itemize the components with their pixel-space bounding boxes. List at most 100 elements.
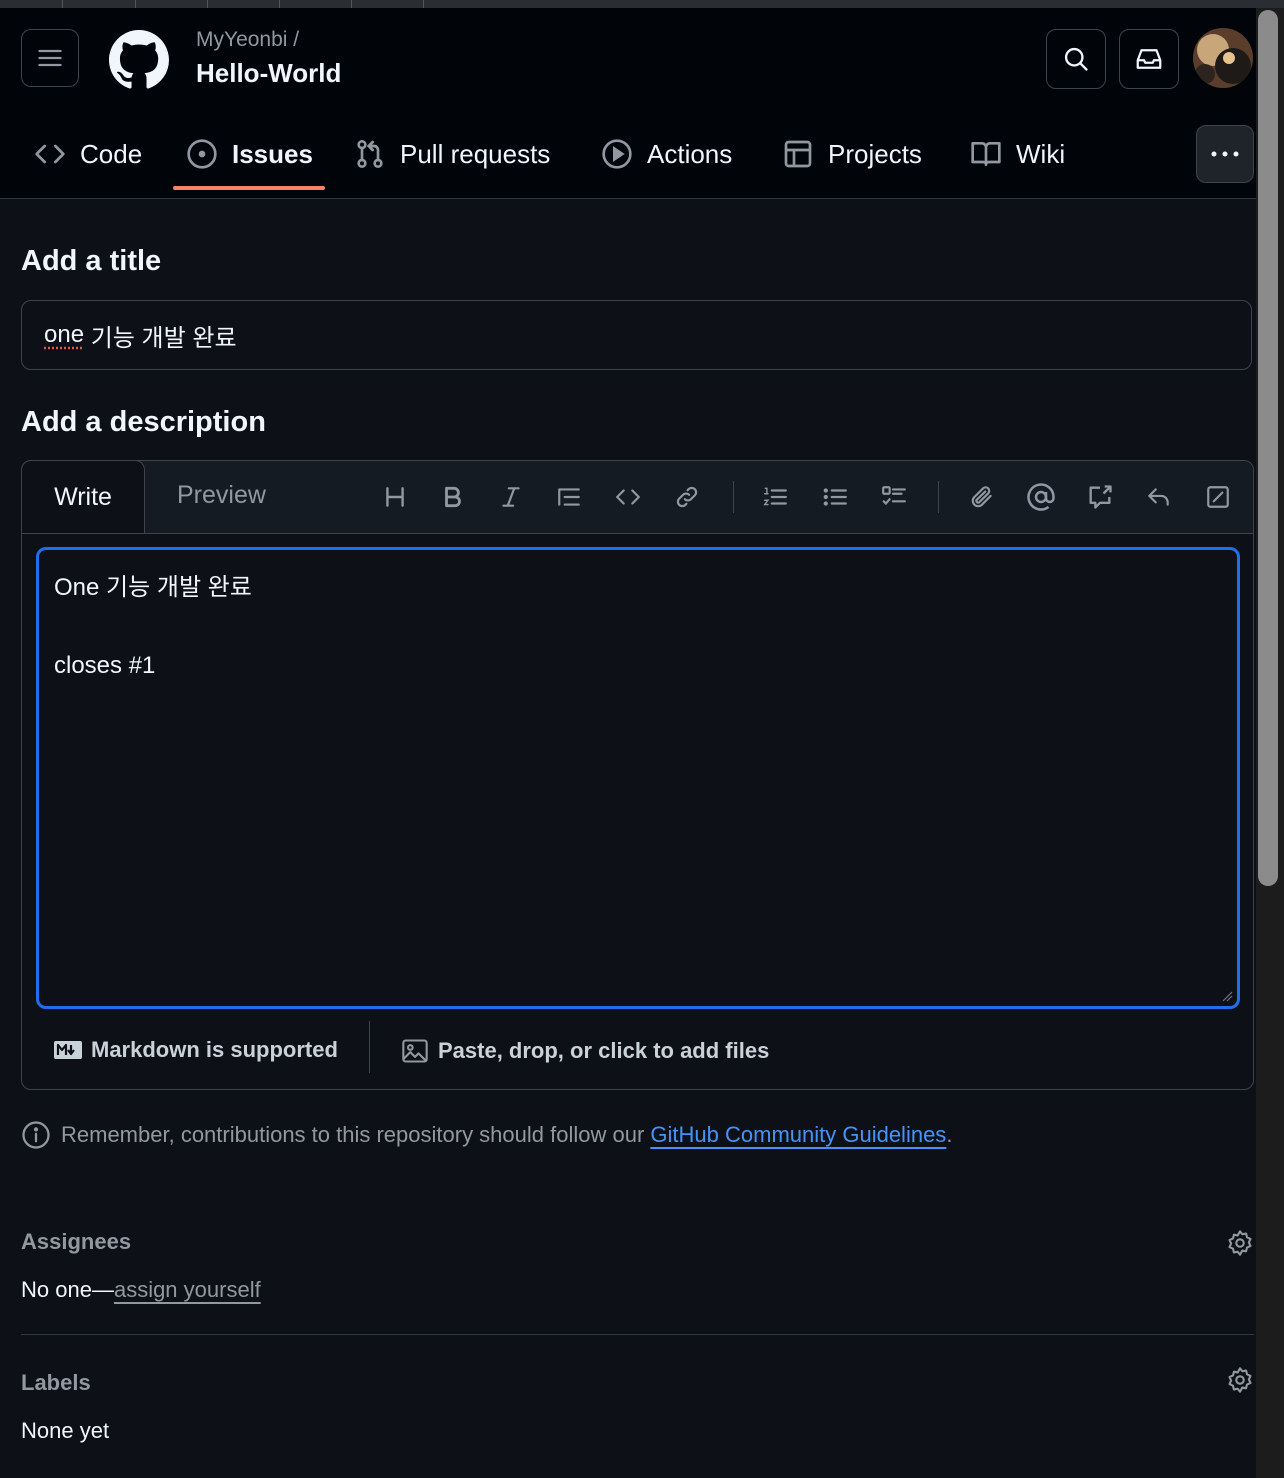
task-list-button[interactable] — [878, 481, 910, 513]
markdown-supported-label: Markdown is supported — [91, 1037, 338, 1062]
bold-button[interactable] — [437, 481, 469, 513]
tab-issues-label: Issues — [232, 138, 313, 169]
title-input-value: 기능 개발 완료 — [84, 324, 237, 352]
cross-reference-button[interactable] — [1084, 481, 1116, 513]
heading-button[interactable] — [379, 481, 411, 513]
footer-divider — [369, 1021, 370, 1073]
paperclip-icon — [971, 486, 992, 508]
description-line: closes #1 — [54, 652, 156, 679]
toolbar-divider — [733, 481, 734, 513]
unordered-list-icon — [823, 488, 847, 506]
tab-actions-label: Actions — [647, 138, 733, 169]
tab-projects[interactable]: Projects — [782, 120, 922, 188]
task-list-icon — [882, 486, 906, 506]
link-button[interactable] — [671, 481, 703, 513]
tab-pull-requests[interactable]: Pull requests — [354, 120, 550, 188]
fullscreen-icon — [1207, 486, 1229, 508]
title-heading: Add a title — [21, 245, 162, 277]
issue-opened-icon — [187, 139, 217, 169]
info-icon — [22, 1121, 50, 1149]
book-icon — [971, 142, 1001, 166]
ordered-list-button[interactable] — [759, 481, 791, 513]
description-heading: Add a description — [21, 406, 266, 438]
code-icon — [616, 489, 640, 505]
saved-replies-button[interactable] — [1143, 481, 1175, 513]
markdown-supported-link[interactable]: Markdown is supported — [53, 1037, 338, 1063]
assign-yourself-link[interactable]: assign yourself — [114, 1277, 261, 1302]
search-icon — [1064, 47, 1088, 71]
repo-name-link[interactable]: Hello-World — [196, 58, 341, 89]
assignees-none-text: No one— — [21, 1277, 114, 1302]
selected-tab-underline — [173, 186, 325, 190]
assignees-gear-icon[interactable] — [1226, 1229, 1254, 1257]
mention-icon — [1027, 483, 1055, 511]
community-guidelines-link[interactable]: GitHub Community Guidelines — [650, 1122, 946, 1147]
bold-icon — [445, 486, 461, 508]
labels-heading: Labels — [21, 1370, 91, 1395]
avatar-image — [1193, 28, 1253, 88]
quote-icon — [558, 488, 580, 506]
play-icon — [602, 139, 632, 169]
browser-top-strip — [0, 0, 1284, 8]
tab-preview[interactable]: Preview — [177, 481, 266, 510]
heading-icon — [386, 487, 404, 507]
editor-footer: Markdown is supported Paste, drop, or cl… — [22, 1021, 1253, 1089]
tab-projects-label: Projects — [828, 138, 922, 169]
menu-button[interactable] — [21, 29, 79, 87]
markdown-icon — [54, 1041, 82, 1059]
title-input-misspelled-word: one — [44, 321, 85, 348]
table-icon — [784, 140, 812, 168]
mention-button[interactable] — [1025, 481, 1057, 513]
scrollbar-thumb[interactable] — [1258, 10, 1278, 886]
title-input[interactable]: one 기능 개발 완료 — [21, 300, 1252, 370]
cross-reference-icon — [1089, 485, 1112, 509]
add-files-button[interactable]: Paste, drop, or click to add files — [400, 1037, 769, 1065]
add-files-label: Paste, drop, or click to add files — [438, 1038, 770, 1063]
notice-text: Remember, contributions to this reposito… — [61, 1122, 651, 1147]
ordered-list-icon — [763, 487, 787, 506]
github-logo-icon[interactable] — [109, 30, 169, 90]
more-tabs-button[interactable] — [1196, 125, 1254, 183]
tab-code-label: Code — [80, 138, 143, 169]
assignees-value: No one—assign yourself — [21, 1277, 261, 1303]
assignees-heading: Assignees — [21, 1229, 132, 1254]
editor-toolbar: Write Preview — [21, 460, 1253, 534]
fullscreen-button[interactable] — [1202, 481, 1234, 513]
hamburger-icon — [38, 49, 62, 67]
labels-value: None yet — [21, 1418, 110, 1443]
attach-button[interactable] — [966, 481, 998, 513]
kebab-horizontal-icon — [1211, 151, 1239, 157]
tab-write[interactable]: Write — [21, 460, 145, 533]
markdown-editor: Write Preview One 기능 개발 완료 closes #1 Mar… — [21, 460, 1254, 1090]
git-pull-request-icon — [357, 140, 383, 168]
code-button[interactable] — [612, 481, 644, 513]
image-icon — [402, 1039, 428, 1063]
unordered-list-button[interactable] — [819, 481, 851, 513]
sidebar-divider — [21, 1334, 1254, 1335]
repo-owner-link[interactable]: MyYeonbi / — [196, 28, 299, 52]
user-avatar[interactable] — [1193, 28, 1253, 88]
labels-gear-icon[interactable] — [1226, 1366, 1254, 1394]
page-scrollbar[interactable] — [1256, 8, 1284, 1478]
code-icon — [35, 144, 65, 164]
reply-icon — [1148, 488, 1169, 506]
tab-wiki[interactable]: Wiki — [970, 120, 1065, 188]
tab-issues[interactable]: Issues — [186, 120, 313, 188]
inbox-icon — [1136, 49, 1162, 69]
notice-end: . — [946, 1122, 953, 1147]
italic-icon — [502, 487, 520, 507]
description-line: One 기능 개발 완료 — [54, 574, 252, 601]
italic-button[interactable] — [495, 481, 527, 513]
community-guidelines-notice: Remember, contributions to this reposito… — [21, 1120, 952, 1150]
toolbar-divider — [938, 481, 939, 513]
description-textarea[interactable]: One 기능 개발 완료 closes #1 — [36, 547, 1240, 1009]
inbox-button[interactable] — [1119, 29, 1179, 89]
quote-button[interactable] — [553, 481, 585, 513]
link-icon — [676, 486, 698, 508]
tab-code[interactable]: Code — [34, 120, 142, 188]
tab-wiki-label: Wiki — [1016, 138, 1066, 169]
resize-handle-icon[interactable] — [1221, 990, 1233, 1002]
tab-actions[interactable]: Actions — [601, 120, 732, 188]
search-button[interactable] — [1046, 29, 1106, 89]
tab-pull-requests-label: Pull requests — [400, 138, 551, 169]
